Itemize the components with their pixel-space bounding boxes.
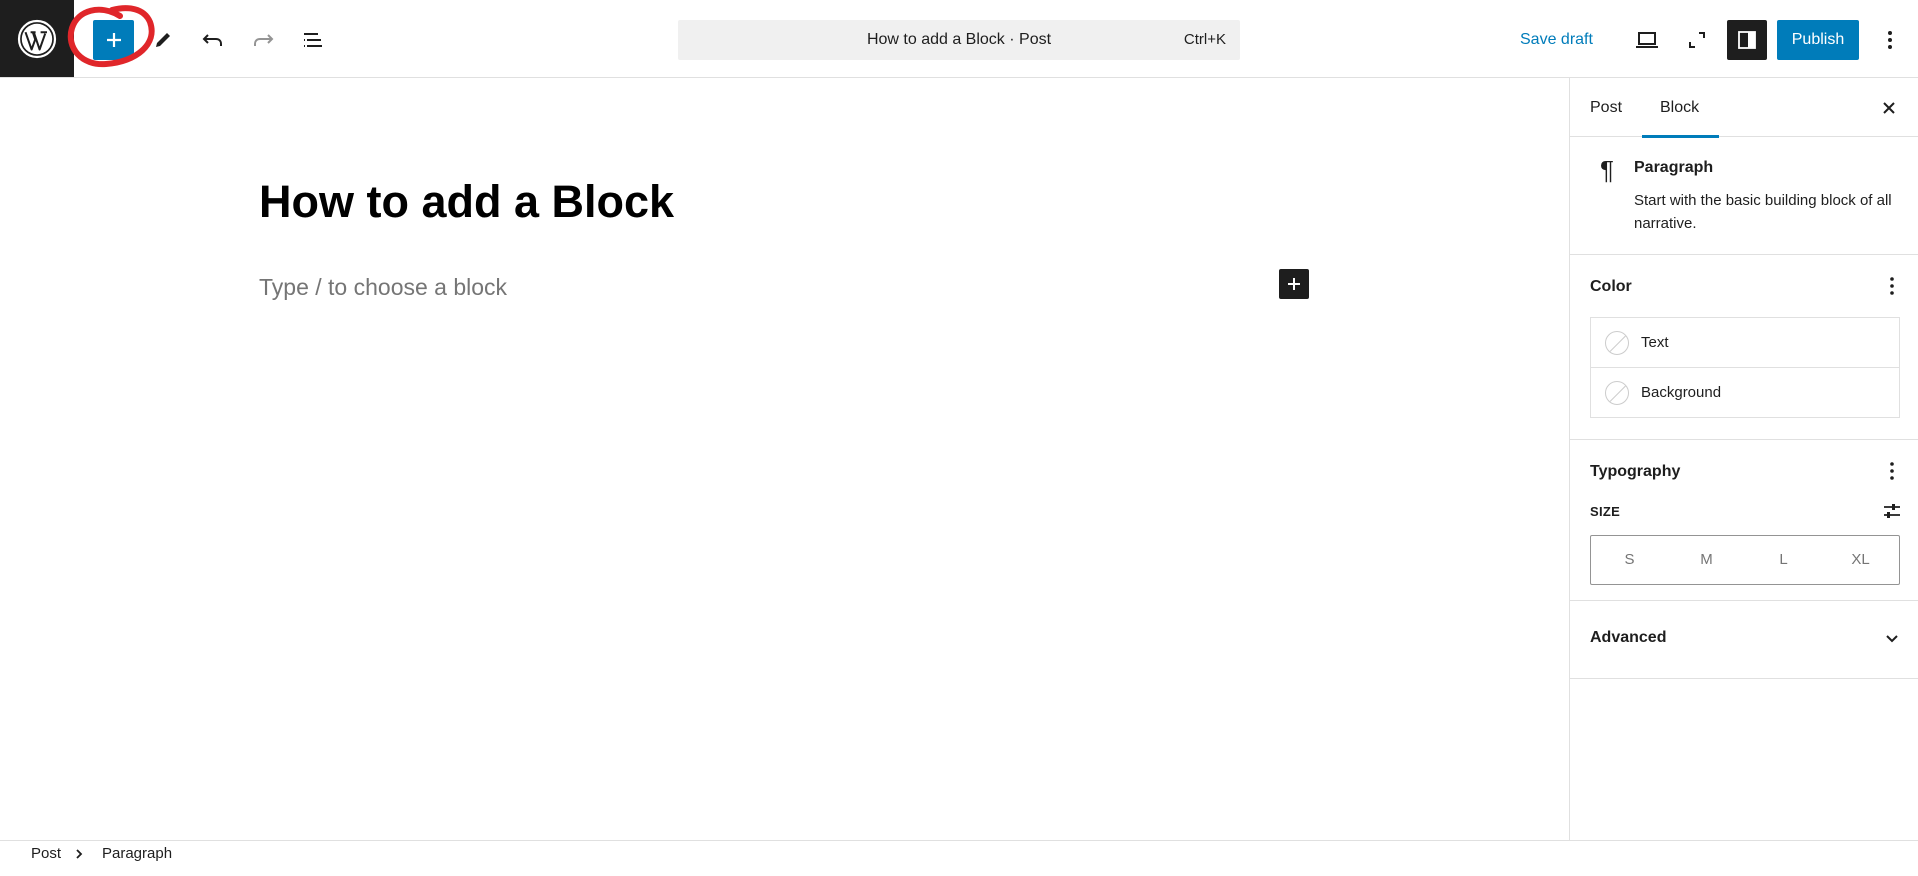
- pencil-icon: [156, 33, 170, 47]
- chevron-down-icon: [1877, 623, 1907, 653]
- settings-sliders-icon: [1884, 504, 1900, 518]
- settings-sidebar: Post Block ¶ Paragraph Start with the ba…: [1569, 78, 1918, 840]
- laptop-icon: [1636, 32, 1658, 48]
- fullscreen-button[interactable]: [1677, 20, 1717, 60]
- redo-icon: [254, 34, 274, 46]
- breadcrumb: Post Paragraph: [0, 840, 1918, 866]
- typography-panel-title: Typography: [1590, 463, 1681, 480]
- post-title[interactable]: How to add a Block: [259, 176, 674, 228]
- settings-sidebar-toggle-button[interactable]: [1727, 20, 1767, 60]
- close-sidebar-button[interactable]: [1869, 88, 1909, 128]
- command-palette-bar[interactable]: How to add a Block · Post Ctrl+K: [678, 20, 1240, 60]
- block-description: Start with the basic building block of a…: [1634, 192, 1892, 232]
- block-name: Paragraph: [1634, 159, 1714, 176]
- save-draft-button[interactable]: Save draft: [1520, 20, 1593, 60]
- plus-icon: [1288, 278, 1300, 290]
- paragraph-block-placeholder[interactable]: Type / to choose a block: [259, 274, 507, 301]
- kebab-menu-icon: [1890, 462, 1894, 480]
- color-text-option[interactable]: Text: [1590, 317, 1900, 368]
- redo-button[interactable]: [243, 20, 283, 60]
- font-size-medium[interactable]: M: [1668, 536, 1745, 584]
- breadcrumb-post[interactable]: Post: [31, 841, 61, 867]
- preview-button[interactable]: [1627, 20, 1667, 60]
- sidebar-tabs: Post Block: [1570, 78, 1918, 138]
- color-text-label: Text: [1641, 334, 1669, 351]
- plus-icon: [106, 33, 121, 47]
- color-background-label: Background: [1641, 384, 1722, 401]
- font-size-extra-large[interactable]: XL: [1822, 536, 1899, 584]
- typography-options-button[interactable]: [1877, 456, 1907, 486]
- font-size-small[interactable]: S: [1591, 536, 1668, 584]
- color-background-option[interactable]: Background: [1590, 367, 1900, 418]
- publish-button[interactable]: Publish: [1777, 20, 1859, 60]
- document-title: How to add a Block · Post: [866, 31, 1052, 48]
- sidebar-icon: [1738, 31, 1756, 49]
- color-panel: Color Text Background: [1570, 255, 1918, 440]
- paragraph-icon: ¶: [1600, 155, 1614, 185]
- fullscreen-icon: [1689, 32, 1705, 48]
- list-view-icon: [304, 33, 322, 47]
- empty-color-swatch-icon: [1605, 380, 1629, 405]
- font-size-picker: S M L XL: [1590, 535, 1900, 585]
- block-inserter-toggle-button[interactable]: [93, 20, 134, 60]
- undo-icon: [202, 34, 222, 46]
- document-overview-button[interactable]: [293, 20, 333, 60]
- font-size-label: SIZE: [1590, 504, 1621, 519]
- chevron-right-icon: [74, 841, 84, 867]
- tab-post[interactable]: Post: [1590, 78, 1622, 137]
- advanced-panel-title: Advanced: [1590, 629, 1667, 646]
- editor-header: How to add a Block · Post Ctrl+K Save dr…: [0, 0, 1918, 78]
- undo-button[interactable]: [193, 20, 233, 60]
- typography-panel: Typography SIZE S M L XL: [1570, 440, 1918, 601]
- kebab-menu-icon: [1888, 31, 1892, 49]
- tools-edit-button[interactable]: [143, 20, 183, 60]
- add-block-button[interactable]: [1279, 269, 1309, 299]
- wordpress-logo-icon[interactable]: [0, 0, 74, 77]
- close-icon: [1883, 102, 1895, 114]
- breadcrumb-paragraph[interactable]: Paragraph: [102, 841, 172, 867]
- color-options-button[interactable]: [1877, 271, 1907, 301]
- tab-block[interactable]: Block: [1641, 78, 1720, 138]
- color-panel-title: Color: [1590, 278, 1632, 295]
- options-menu-button[interactable]: [1870, 20, 1910, 60]
- keyboard-shortcut: Ctrl+K: [1183, 31, 1226, 48]
- editor-canvas: How to add a Block Type / to choose a bl…: [0, 78, 1569, 840]
- block-card: ¶ Paragraph Start with the basic buildin…: [1570, 137, 1918, 255]
- kebab-menu-icon: [1890, 277, 1894, 295]
- advanced-panel[interactable]: Advanced: [1570, 601, 1918, 679]
- font-size-large[interactable]: L: [1745, 536, 1822, 584]
- custom-size-toggle-button[interactable]: [1877, 496, 1907, 526]
- empty-color-swatch-icon: [1605, 330, 1629, 355]
